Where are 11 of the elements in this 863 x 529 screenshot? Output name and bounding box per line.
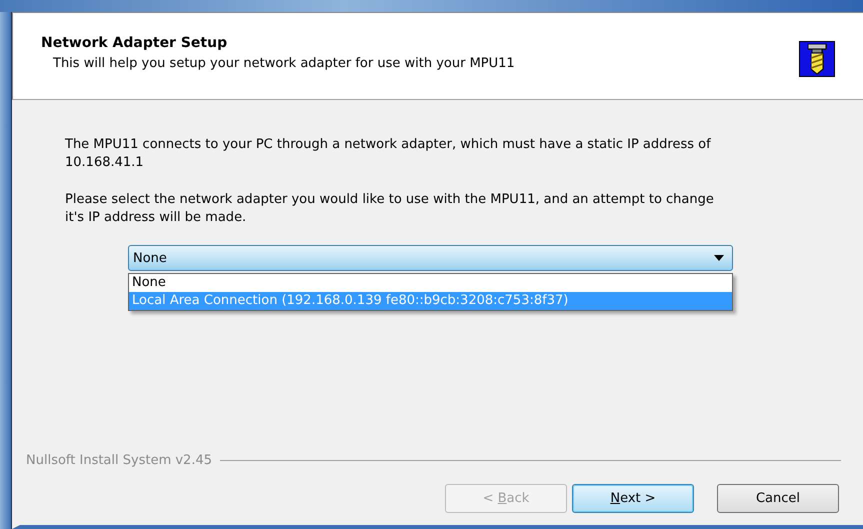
instruction-text: The MPU11 connects to your PC through a network adapter, which must have a static IP address of 10.168.41.1	[65, 136, 712, 172]
drill-bit-icon	[799, 41, 835, 77]
wizard-button[interactable]: Cancel	[717, 484, 839, 513]
dropdown-arrow-icon	[714, 255, 724, 261]
installer-branding: Nullsoft Install System v2.45	[26, 453, 212, 468]
instruction-text: Please select the network adapter you would like to use with the MPU11, and an attempt to change it's IP address will be made.	[65, 191, 715, 227]
wizard-button[interactable]: Next >	[572, 484, 694, 513]
page-subtitle: This will help you setup your network adapter for use with your MPU11	[52, 56, 515, 71]
dropdown-option[interactable]: None	[129, 274, 732, 292]
adapter-dropdown[interactable]: None	[128, 245, 733, 271]
page-title: Network Adapter Setup	[41, 35, 228, 51]
